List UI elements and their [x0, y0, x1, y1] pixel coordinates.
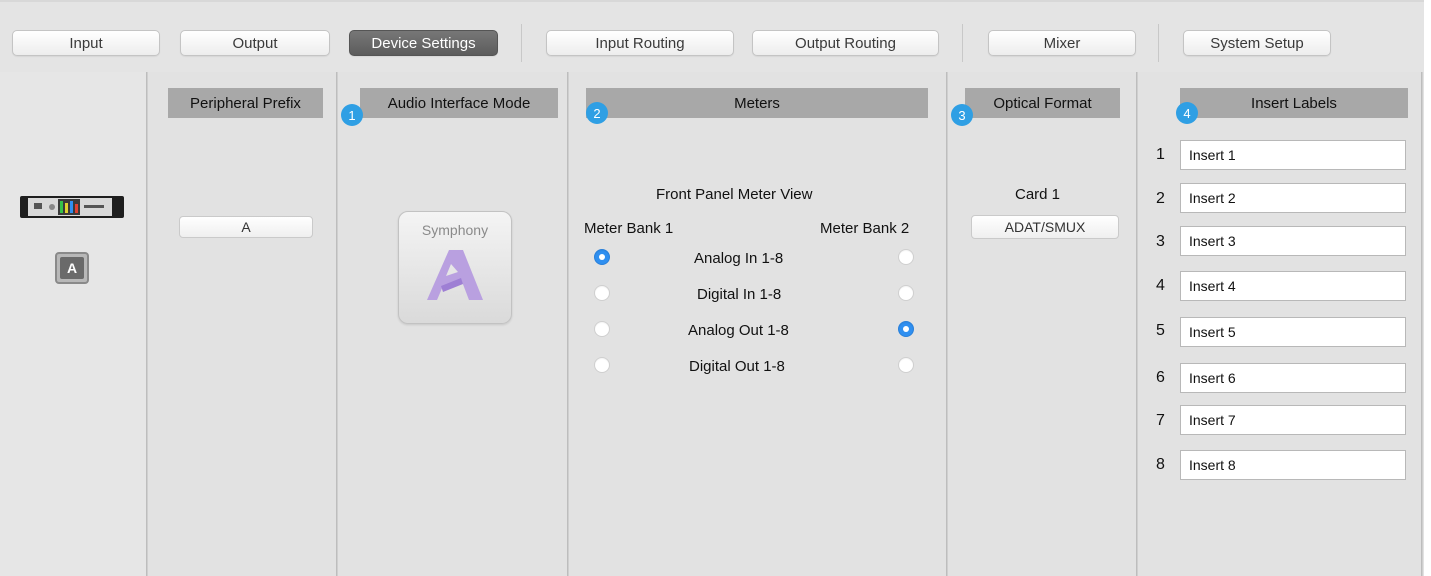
optical-format-dropdown[interactable]: ADAT/SMUX [971, 215, 1119, 239]
apogee-logo-icon [427, 250, 483, 300]
top-tab-bar: Input Output Device Settings Input Routi… [0, 0, 1424, 72]
insert-number: 2 [1156, 190, 1165, 207]
rack-device-icon[interactable] [20, 192, 124, 222]
column-divider [336, 72, 338, 576]
tab-input[interactable]: Input [12, 30, 160, 56]
insert-number: 5 [1156, 322, 1165, 339]
tab-output[interactable]: Output [180, 30, 330, 56]
insert-label-field-7[interactable]: Insert 7 [1180, 405, 1406, 435]
radio-bank2-analog-out[interactable] [898, 321, 914, 337]
meters-header: Meters [586, 88, 928, 118]
column-divider [1136, 72, 1138, 576]
radio-bank1-analog-in[interactable] [594, 249, 610, 265]
symphony-logo-text: Symphony [421, 222, 489, 238]
tab-output-routing[interactable]: Output Routing [752, 30, 939, 56]
insert-number: 1 [1156, 146, 1165, 163]
insert-label-field-6[interactable]: Insert 6 [1180, 363, 1406, 393]
tab-mixer[interactable]: Mixer [988, 30, 1136, 56]
symphony-mode-button[interactable]: Symphony [398, 211, 512, 324]
meter-bank-1-label: Meter Bank 1 [584, 220, 674, 237]
insert-label-field-3[interactable]: Insert 3 [1180, 226, 1406, 256]
insert-number: 8 [1156, 456, 1165, 473]
meter-row-label: Digital Out 1-8 [689, 358, 785, 375]
meter-row-label: Analog Out 1-8 [688, 322, 789, 339]
meter-row-label: Analog In 1-8 [694, 250, 784, 267]
tab-device-settings[interactable]: Device Settings [349, 30, 498, 56]
insert-labels-header: Insert Labels [1180, 88, 1408, 118]
card-1-label: Card 1 [1015, 186, 1061, 203]
column-divider [567, 72, 569, 576]
insert-number: 7 [1156, 412, 1165, 429]
insert-number: 3 [1156, 233, 1165, 250]
radio-bank2-analog-in[interactable] [898, 249, 914, 265]
front-panel-meter-view-label: Front Panel Meter View [656, 186, 813, 203]
tab-separator [962, 24, 963, 62]
device-selector-button[interactable]: A [55, 252, 89, 284]
peripheral-prefix-header: Peripheral Prefix [168, 88, 323, 118]
radio-bank1-analog-out[interactable] [594, 321, 610, 337]
radio-bank1-digital-out[interactable] [594, 357, 610, 373]
device-settings-panel: A Peripheral Prefix A Audio Interface Mo… [0, 72, 1424, 576]
radio-bank2-digital-in[interactable] [898, 285, 914, 301]
column-divider [946, 72, 948, 576]
tab-separator [521, 24, 522, 62]
callout-badge-1: 1 [341, 104, 363, 126]
radio-bank1-digital-in[interactable] [594, 285, 610, 301]
meter-bank-2-label: Meter Bank 2 [820, 220, 910, 237]
tab-separator [1158, 24, 1159, 62]
device-sidebar: A [0, 72, 148, 576]
column-divider [1421, 72, 1423, 576]
insert-label-field-1[interactable]: Insert 1 [1180, 140, 1406, 170]
device-selector-label: A [60, 257, 84, 279]
column-divider [146, 72, 148, 576]
callout-badge-2: 2 [586, 102, 608, 124]
callout-badge-3: 3 [951, 104, 973, 126]
insert-label-field-2[interactable]: Insert 2 [1180, 183, 1406, 213]
optical-format-header: Optical Format [965, 88, 1120, 118]
tab-system-setup[interactable]: System Setup [1183, 30, 1331, 56]
insert-label-field-5[interactable]: Insert 5 [1180, 317, 1406, 347]
insert-label-field-4[interactable]: Insert 4 [1180, 271, 1406, 301]
insert-label-field-8[interactable]: Insert 8 [1180, 450, 1406, 480]
peripheral-prefix-dropdown[interactable]: A [179, 216, 313, 238]
tab-input-routing[interactable]: Input Routing [546, 30, 734, 56]
callout-badge-4: 4 [1176, 102, 1198, 124]
insert-number: 6 [1156, 369, 1165, 386]
insert-number: 4 [1156, 277, 1165, 294]
radio-bank2-digital-out[interactable] [898, 357, 914, 373]
audio-interface-mode-header: Audio Interface Mode [360, 88, 558, 118]
meter-row-label: Digital In 1-8 [697, 286, 782, 303]
